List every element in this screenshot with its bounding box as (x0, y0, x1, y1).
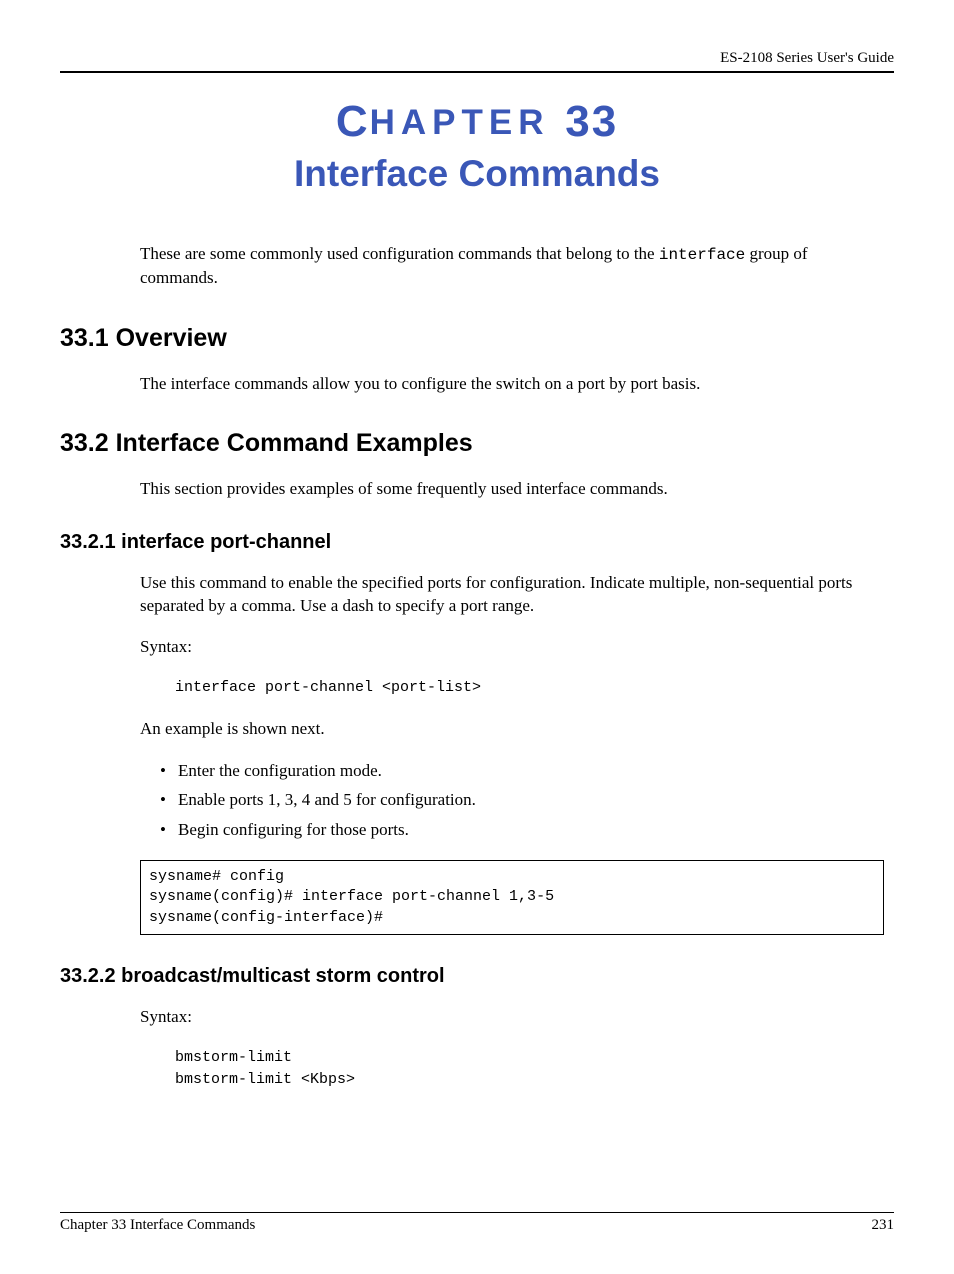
list-item: Enable ports 1, 3, 4 and 5 for configura… (160, 788, 894, 812)
list-item: Begin configuring for those ports. (160, 818, 894, 842)
chapter-number: 33 (565, 97, 618, 146)
code-example-box: sysname# config sysname(config)# interfa… (140, 860, 884, 935)
syntax-label-1: Syntax: (140, 636, 884, 659)
section-33-2-body: This section provides examples of some f… (140, 478, 884, 501)
list-item: Enter the configuration mode. (160, 759, 894, 783)
section-33-2-1-heading: 33.2.1 interface port-channel (60, 531, 894, 554)
section-33-1-heading: 33.1 Overview (60, 324, 894, 353)
example-intro: An example is shown next. (140, 718, 884, 741)
example-bullet-list: Enter the configuration mode. Enable por… (160, 759, 894, 842)
syntax-code-2: bmstorm-limit bmstorm-limit <Kbps> (175, 1047, 894, 1092)
footer-page-number: 231 (872, 1217, 895, 1234)
chapter-title: Interface Commands (60, 153, 894, 195)
syntax-label-2: Syntax: (140, 1006, 884, 1029)
header-rule (60, 71, 894, 73)
chapter-label: CHAPTER 33 (60, 97, 894, 147)
chapter-heading-block: CHAPTER 33 Interface Commands (60, 97, 894, 195)
section-33-2-1-body: Use this command to enable the specified… (140, 572, 884, 618)
syntax-code-1: interface port-channel <port-list> (175, 677, 894, 700)
header-guide-title: ES-2108 Series User's Guide (60, 50, 894, 67)
section-33-2-heading: 33.2 Interface Command Examples (60, 429, 894, 458)
intro-text-1: These are some commonly used configurati… (140, 244, 659, 263)
footer-left: Chapter 33 Interface Commands (60, 1217, 255, 1234)
footer-rule (60, 1212, 894, 1213)
section-33-1-body: The interface commands allow you to conf… (140, 373, 884, 396)
intro-inline-code: interface (659, 246, 745, 264)
chapter-label-word: HAPTER (370, 103, 550, 142)
chapter-intro: These are some commonly used configurati… (140, 243, 884, 290)
section-33-2-2-heading: 33.2.2 broadcast/multicast storm control (60, 965, 894, 988)
page-footer: Chapter 33 Interface Commands 231 (60, 1212, 894, 1234)
